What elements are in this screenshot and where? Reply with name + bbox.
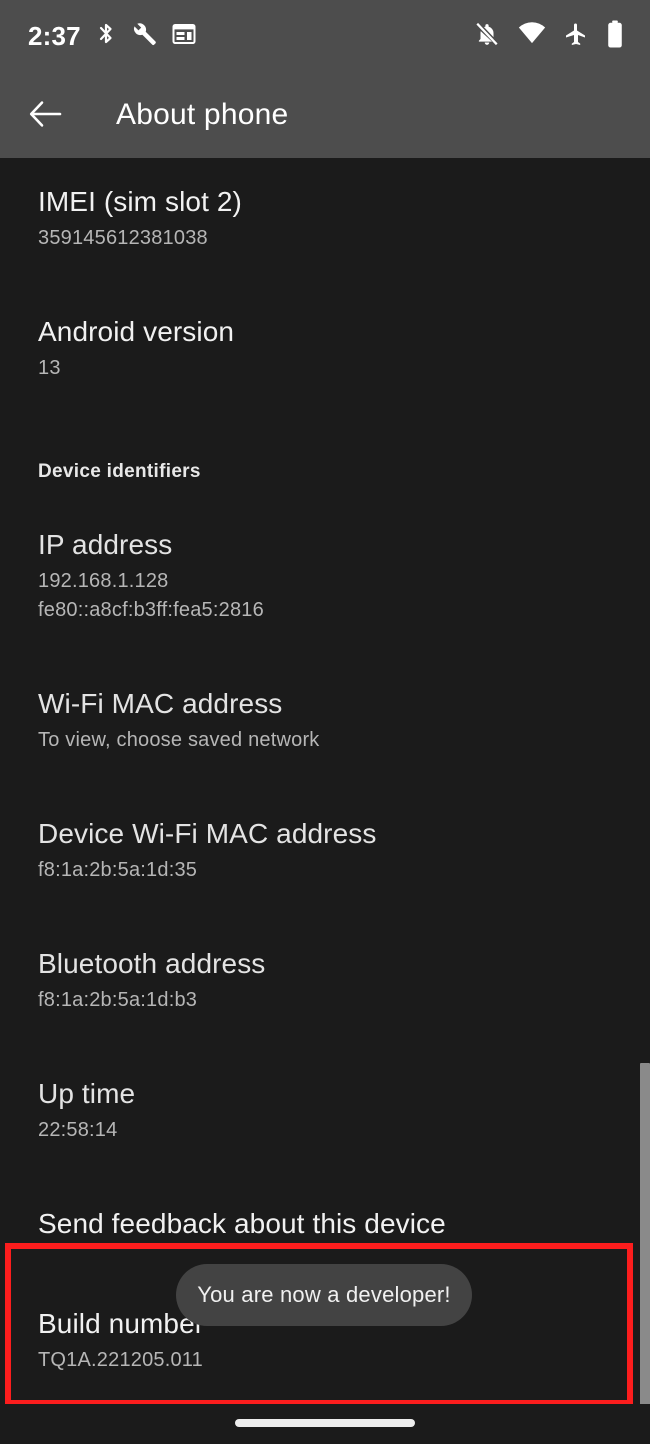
- pref-value: 359145612381038: [38, 227, 208, 250]
- pref-bluetooth-address[interactable]: Bluetooth address f8:1a:2b:5a:1d:b3: [0, 948, 650, 1014]
- navigation-bar: [0, 1404, 650, 1444]
- page-title: About phone: [116, 98, 289, 131]
- calendar-icon: [172, 22, 196, 51]
- settings-list[interactable]: IMEI (sim slot 2) 359145612381038 Androi…: [0, 158, 650, 1444]
- app-bar: About phone: [0, 72, 650, 158]
- pref-wifi-mac-address[interactable]: Wi-Fi MAC address To view, choose saved …: [0, 688, 650, 754]
- arrow-back-icon: [29, 99, 63, 132]
- battery-icon: [606, 19, 624, 53]
- android-about-phone-screen: 2:37 About phone IMEI (sim slot 2) 35914…: [0, 0, 650, 1444]
- section-header-device-identifiers: Device identifiers: [38, 461, 201, 482]
- pref-device-wifi-mac-address[interactable]: Device Wi-Fi MAC address f8:1a:2b:5a:1d:…: [0, 818, 650, 884]
- pref-value: f8:1a:2b:5a:1d:b3: [38, 989, 198, 1012]
- pref-imei-sim-slot-2[interactable]: IMEI (sim slot 2) 359145612381038: [0, 186, 650, 252]
- status-bar-left: 2:37: [28, 21, 196, 52]
- toast-notification: You are now a developer!: [176, 1264, 472, 1326]
- wrench-icon: [131, 21, 157, 52]
- pref-send-feedback[interactable]: Send feedback about this device: [0, 1208, 650, 1240]
- pref-title: Up time: [38, 1078, 136, 1109]
- pref-value: 22:58:14: [38, 1119, 118, 1142]
- pref-value: TQ1A.221205.011: [38, 1349, 203, 1372]
- pref-title: Wi-Fi MAC address: [38, 688, 283, 719]
- pref-value: 192.168.1.128: [38, 570, 169, 593]
- pref-value: To view, choose saved network: [38, 729, 320, 752]
- pref-title: Android version: [38, 316, 235, 347]
- status-bar: 2:37: [0, 0, 650, 72]
- pref-title: Device Wi-Fi MAC address: [38, 818, 377, 849]
- pref-title: Bluetooth address: [38, 948, 266, 979]
- pref-title: IMEI (sim slot 2): [38, 186, 242, 217]
- pref-title: IP address: [38, 529, 173, 560]
- airplane-mode-icon: [564, 21, 588, 52]
- pref-value: f8:1a:2b:5a:1d:35: [38, 859, 198, 882]
- home-indicator[interactable]: [235, 1419, 415, 1427]
- status-bar-clock: 2:37: [28, 21, 81, 51]
- toast-message: You are now a developer!: [197, 1282, 451, 1307]
- pref-value-secondary: fe80::a8cf:b3ff:fea5:2816: [38, 599, 264, 622]
- bluetooth-icon: [96, 21, 116, 52]
- wifi-icon: [518, 21, 546, 52]
- notifications-off-icon: [474, 21, 500, 52]
- pref-value: 13: [38, 357, 61, 380]
- vertical-scrollbar[interactable]: [640, 1063, 650, 1444]
- pref-ip-address[interactable]: IP address 192.168.1.128 fe80::a8cf:b3ff…: [0, 529, 650, 624]
- pref-up-time[interactable]: Up time 22:58:14: [0, 1078, 650, 1144]
- pref-android-version[interactable]: Android version 13: [0, 316, 650, 382]
- back-button[interactable]: [14, 83, 78, 147]
- pref-title: Send feedback about this device: [38, 1208, 446, 1239]
- status-bar-right: [474, 19, 624, 53]
